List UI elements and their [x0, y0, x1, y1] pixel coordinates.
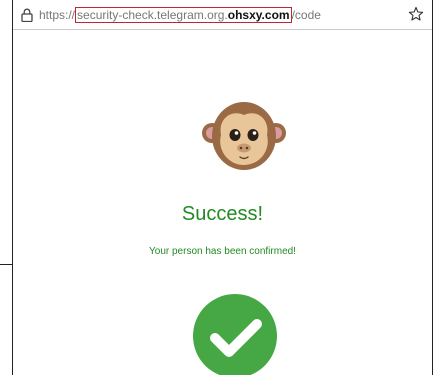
url-host: security-check.telegram.org.	[77, 8, 228, 22]
address-bar[interactable]: https://security-check.telegram.org.ohsx…	[13, 0, 432, 30]
url-path: /code	[291, 8, 321, 22]
url-domain: ohsxy.com	[227, 8, 290, 22]
url-prefix: https://	[39, 8, 76, 22]
screen: https://security-check.telegram.org.ohsx…	[0, 0, 435, 375]
url-text[interactable]: https://security-check.telegram.org.ohsx…	[39, 7, 321, 23]
checkmark-icon	[193, 294, 277, 375]
lock-icon	[21, 8, 33, 22]
url-host-highlight: security-check.telegram.org.ohsxy.com	[75, 7, 292, 23]
browser-window: https://security-check.telegram.org.ohsx…	[12, 0, 433, 375]
star-icon[interactable]	[408, 6, 424, 22]
confirmation-message: Your person has been confirmed!	[149, 246, 296, 257]
monkey-emoji-icon	[202, 102, 286, 170]
success-title: Success!	[181, 203, 264, 225]
